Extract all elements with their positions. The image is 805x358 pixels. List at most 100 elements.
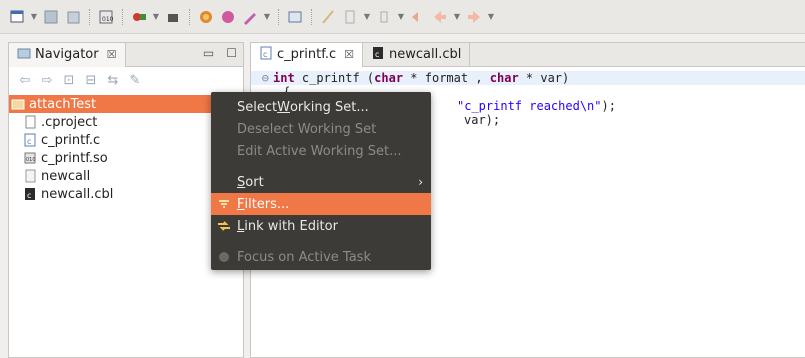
cobol-file-icon: c: [371, 46, 385, 64]
save-all-icon[interactable]: [64, 8, 82, 26]
code-token: char: [374, 71, 404, 85]
navigator-toolbar: ⇦ ⇨ ⊡ ⊟ ⇆ ✎: [9, 67, 243, 93]
menu-item-text: Focus on Active Task: [237, 249, 371, 265]
menu-item-text: ink with Editor: [244, 218, 338, 234]
navigator-icon: [17, 46, 31, 64]
view-controls: ▭ ☐: [203, 46, 237, 60]
tree-item-c-printf-so[interactable]: 010 c_printf.so: [9, 149, 243, 167]
minimize-icon[interactable]: ▭: [203, 46, 214, 60]
open-element-icon[interactable]: [219, 8, 237, 26]
menu-item-text: Select: [237, 99, 278, 115]
tab-navigator-label: Navigator: [35, 47, 99, 62]
new-dropdown-icon[interactable]: ▼: [30, 8, 38, 26]
tab-newcall-cbl[interactable]: c newcall.cbl: [363, 42, 471, 67]
menu-separator: [211, 162, 431, 171]
edit-dropdown-icon[interactable]: ▼: [263, 8, 271, 26]
menu-item-link-with-editor[interactable]: Link with Editor: [211, 215, 431, 237]
profile-icon[interactable]: [164, 8, 182, 26]
toolbar-divider: [311, 8, 312, 25]
shared-library-icon: 010: [23, 151, 37, 165]
c-source-file-icon: c: [23, 133, 37, 147]
prev-annotation-dropdown-icon[interactable]: ▼: [397, 8, 405, 26]
annotation-icon[interactable]: [319, 8, 337, 26]
file-icon: [23, 115, 37, 129]
save-icon[interactable]: [42, 8, 60, 26]
toolbar-divider: [89, 8, 90, 25]
editor-tabbar: c c_printf.c ☒ c newcall.cbl: [251, 42, 805, 67]
tree-item-c-printf-c[interactable]: c c_printf.c: [9, 131, 243, 149]
code-line: ⊖ int c_printf ( char * format , char * …: [251, 71, 805, 85]
next-annotation-dropdown-icon[interactable]: ▼: [363, 8, 371, 26]
maximize-icon[interactable]: ☐: [226, 46, 237, 60]
menu-separator: [211, 237, 431, 246]
menu-item-deselect-working-set: Deselect Working Set: [211, 118, 431, 140]
prev-annotation-icon[interactable]: [375, 8, 393, 26]
menu-item-focus-on-active-task: Focus on Active Task: [211, 246, 431, 268]
tree-item-label: .cproject: [41, 114, 98, 130]
cobol-file-icon: c: [23, 187, 37, 201]
code-token: );: [601, 99, 616, 113]
tree-item-cproject[interactable]: .cproject: [9, 113, 243, 131]
tree-item-newcall[interactable]: newcall: [9, 167, 243, 185]
up-folder-icon[interactable]: ⊡: [61, 72, 77, 88]
console-icon[interactable]: [286, 8, 304, 26]
code-token: * format ,: [403, 71, 490, 85]
svg-text:c: c: [375, 50, 379, 59]
code-token: char: [489, 71, 519, 85]
tab-label: c_printf.c: [277, 47, 337, 62]
back-icon[interactable]: [431, 8, 449, 26]
menu-item-text: orking Set...: [289, 99, 369, 115]
debug-dropdown-icon[interactable]: ▼: [152, 8, 160, 26]
binary-file-icon: [23, 169, 37, 183]
back-arrow-icon[interactable]: ⇦: [17, 72, 33, 88]
c-source-file-icon: c: [259, 46, 273, 64]
last-edit-icon[interactable]: [409, 8, 427, 26]
tree-item-label: attachTest: [29, 96, 97, 112]
collapse-all-icon[interactable]: ⊟: [83, 72, 99, 88]
focus-task-toolbar-icon[interactable]: ✎: [127, 72, 143, 88]
tree-item-newcall-cbl[interactable]: c newcall.cbl: [9, 185, 243, 203]
toolbar-divider: [278, 8, 279, 25]
new-icon[interactable]: [8, 8, 26, 26]
tree-item-label: newcall: [41, 168, 91, 184]
fold-icon[interactable]: ⊖: [251, 71, 273, 85]
tree-item-attachtest[interactable]: attachTest: [9, 95, 223, 113]
navigator-tabbar: Navigator ☒ ▭ ☐: [9, 42, 243, 67]
link-with-editor-icon: [217, 219, 231, 233]
back-dropdown-icon[interactable]: ▼: [453, 8, 461, 26]
menu-item-mnemonic: S: [237, 174, 246, 190]
svg-text:c: c: [263, 50, 267, 59]
menu-item-sort[interactable]: Sort ›: [211, 171, 431, 193]
svg-text:010: 010: [26, 157, 36, 163]
tree-item-label: c_printf.so: [41, 150, 108, 166]
code-token: c_printf (: [294, 71, 375, 85]
tab-navigator[interactable]: Navigator ☒: [9, 42, 126, 67]
menu-item-mnemonic: L: [237, 218, 245, 234]
svg-text:010: 010: [102, 16, 114, 23]
main-toolbar: ▼ 010 ▼ ▼ ▼ ▼ ▼ ▼: [0, 0, 805, 34]
menu-item-select-working-set[interactable]: Select Working Set...: [211, 96, 431, 118]
menu-item-mnemonic: F: [237, 196, 245, 212]
svg-text:c: c: [27, 137, 31, 146]
submenu-arrow-icon: ›: [418, 175, 423, 189]
tree-item-label: newcall.cbl: [41, 186, 114, 202]
build-icon[interactable]: 010: [97, 8, 115, 26]
menu-item-mnemonic: W: [277, 99, 290, 115]
open-type-icon[interactable]: [197, 8, 215, 26]
close-icon[interactable]: ☒: [344, 48, 354, 61]
link-editor-icon[interactable]: ⇆: [105, 72, 121, 88]
code-token: * var): [518, 71, 570, 85]
tab-c-printf-c[interactable]: c c_printf.c ☒: [251, 42, 363, 67]
forward-dropdown-icon[interactable]: ▼: [487, 8, 495, 26]
tree-item-label: c_printf.c: [41, 132, 101, 148]
close-icon[interactable]: ☒: [107, 48, 117, 61]
debug-icon[interactable]: [130, 8, 148, 26]
forward-arrow-icon[interactable]: ⇨: [39, 72, 55, 88]
view-menu: Select Working Set... Deselect Working S…: [211, 92, 431, 270]
forward-icon[interactable]: [465, 8, 483, 26]
menu-item-filters[interactable]: Filters...: [211, 193, 431, 215]
next-annotation-icon[interactable]: [341, 8, 359, 26]
edit-icon[interactable]: [241, 8, 259, 26]
tab-label: newcall.cbl: [388, 47, 462, 62]
focus-task-icon: [217, 250, 231, 264]
